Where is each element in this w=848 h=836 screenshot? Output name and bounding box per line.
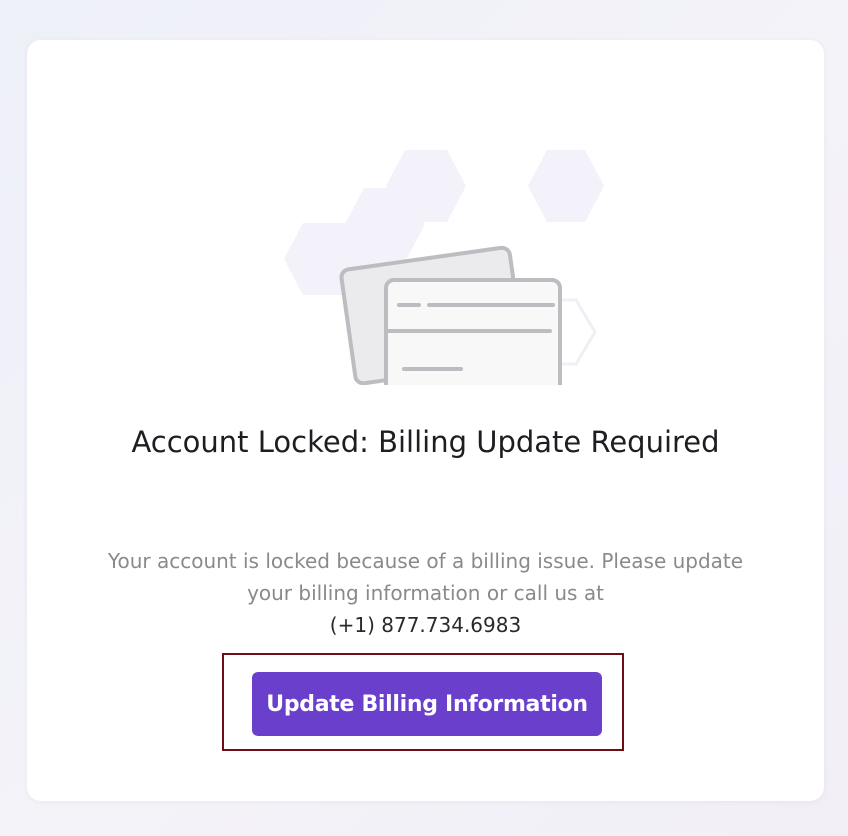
billing-message-text: Your account is locked because of a bill… — [107, 549, 744, 605]
credit-card-illustration — [251, 145, 651, 397]
billing-lock-card: Account Locked: Billing Update Required … — [27, 40, 824, 801]
credit-card-icon — [284, 150, 604, 397]
update-billing-button[interactable]: Update Billing Information — [252, 672, 602, 736]
page-title: Account Locked: Billing Update Required — [131, 425, 720, 459]
support-phone-number: (+1) 877.734.6983 — [329, 613, 522, 637]
billing-message: Your account is locked because of a bill… — [107, 545, 744, 641]
